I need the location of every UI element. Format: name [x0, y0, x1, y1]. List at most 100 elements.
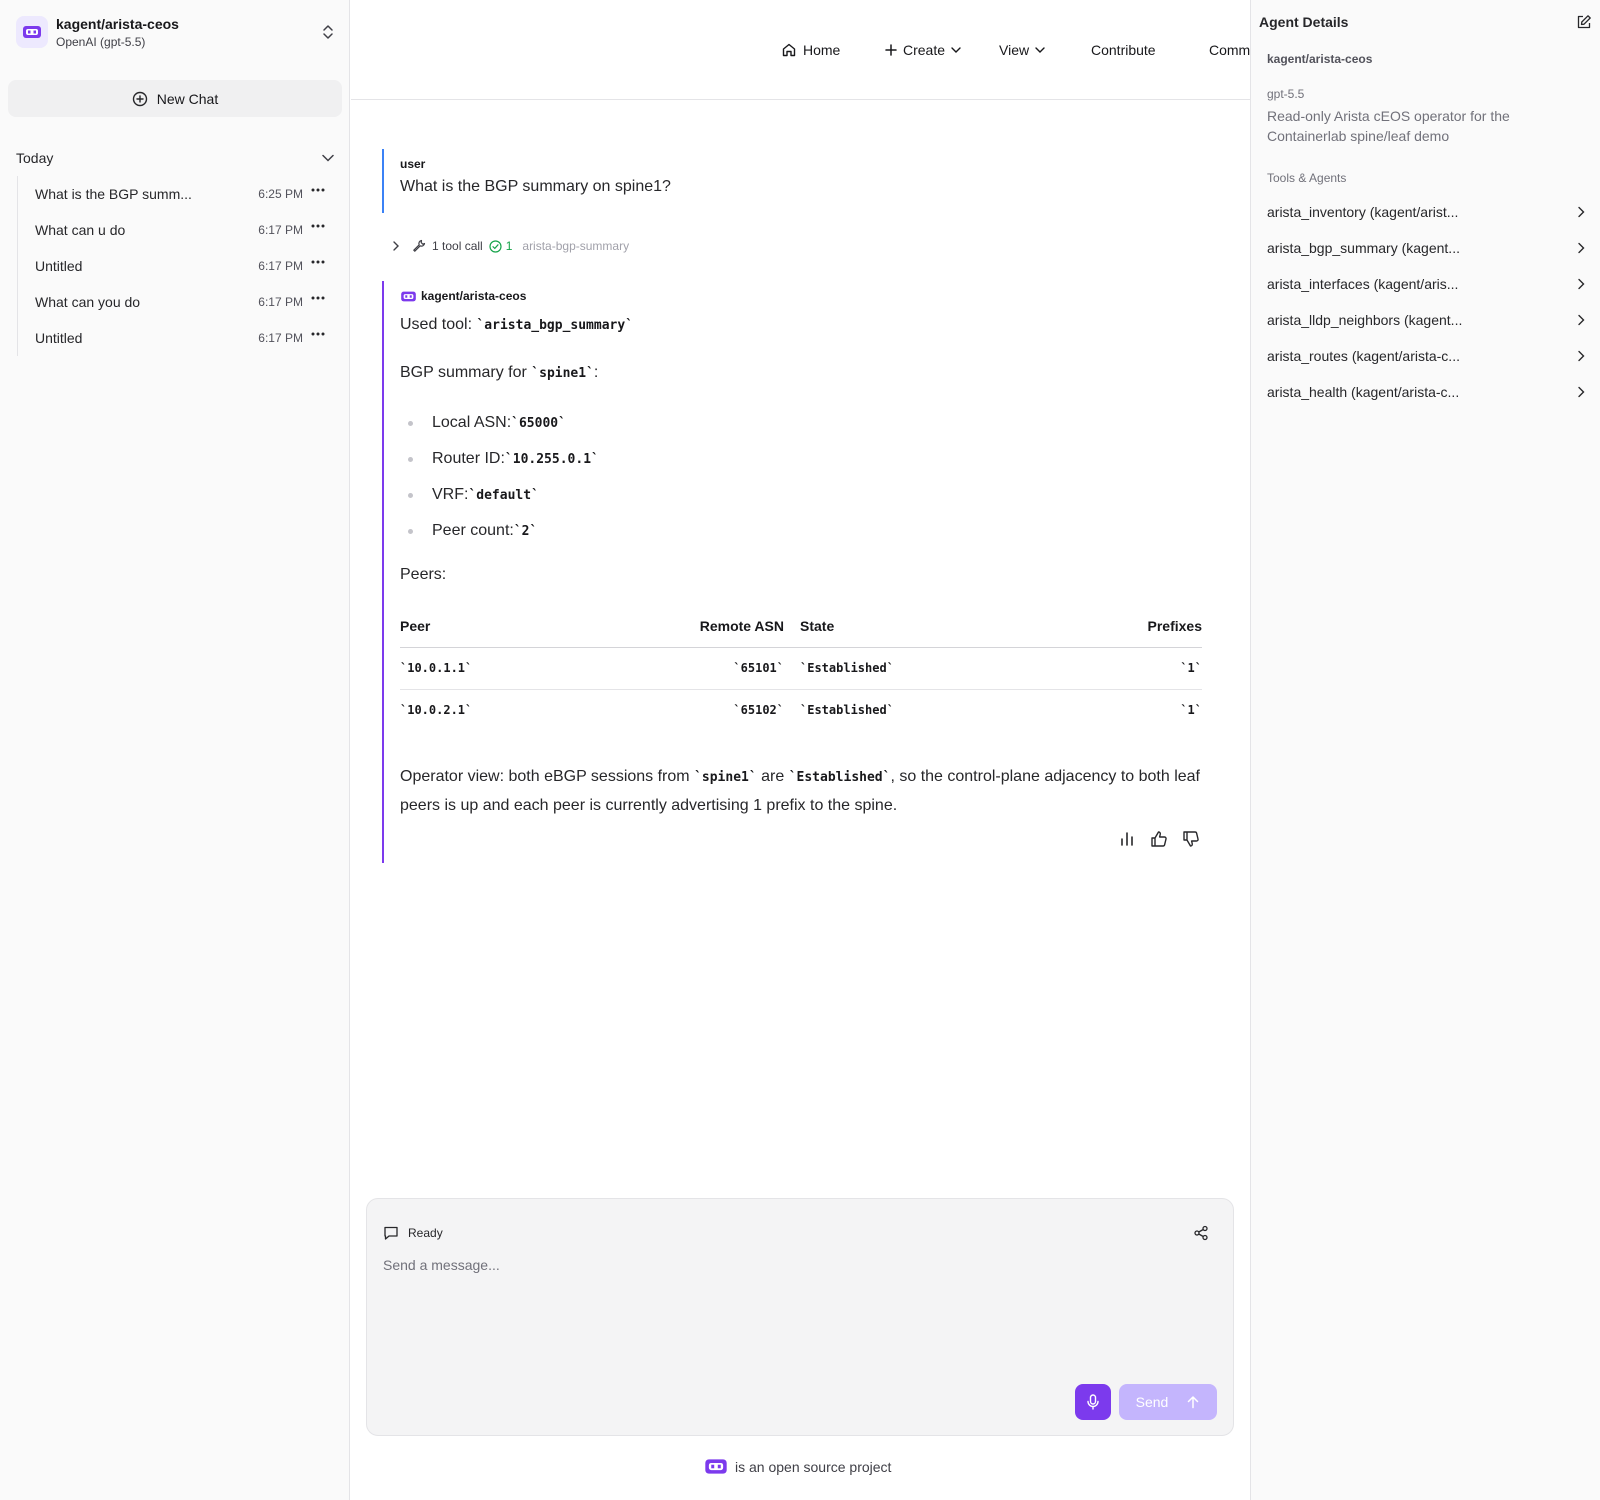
- nav-contribute[interactable]: Contribute: [1091, 40, 1156, 60]
- more-horizontal-icon[interactable]: [311, 332, 325, 336]
- header-remote-asn: Remote ASN: [650, 605, 800, 648]
- arrow-up-icon: [1186, 1395, 1200, 1409]
- tool-success-count: 1: [505, 239, 513, 253]
- robot-logo-icon: [704, 1457, 728, 1476]
- tool-call-count: 1 tool call: [432, 239, 483, 253]
- cell-remote-asn: `65101`: [733, 661, 784, 675]
- message-feedback: [1118, 830, 1200, 848]
- edit-icon[interactable]: [1576, 14, 1592, 30]
- sidebar: kagent/arista-ceos OpenAI (gpt-5.5) New …: [0, 0, 350, 1500]
- home-icon: [781, 42, 797, 58]
- chat-group-today[interactable]: Today: [16, 148, 334, 168]
- thumbs-up-icon[interactable]: [1150, 830, 1168, 848]
- footer-note: is an open source project: [704, 1457, 891, 1476]
- header-prefixes: Prefixes: [1050, 605, 1202, 648]
- top-navigation: Home Create View Contribute Comm: [351, 0, 1250, 100]
- summary-line: BGP summary for `spine1`:: [400, 359, 598, 388]
- tool-call-summary[interactable]: 1 tool call 1 arista-bgp-summary: [392, 238, 629, 254]
- chat-history-item[interactable]: What can you do 6:17 PM: [18, 284, 335, 320]
- nav-home[interactable]: Home: [781, 40, 840, 60]
- chat-history-item[interactable]: Untitled 6:17 PM: [18, 248, 335, 284]
- details-model: gpt-5.5: [1267, 87, 1305, 101]
- cell-state: `Established`: [800, 661, 894, 675]
- chat-status: Ready: [383, 1225, 443, 1241]
- fact-label: Router ID:: [432, 450, 505, 467]
- more-horizontal-icon[interactable]: [311, 188, 325, 192]
- chat-title: Untitled: [35, 258, 83, 274]
- tool-item[interactable]: arista_lldp_neighbors (kagent...: [1267, 302, 1593, 338]
- more-horizontal-icon[interactable]: [311, 296, 325, 300]
- cell-prefixes: `1`: [1180, 661, 1202, 675]
- chat-time: 6:17 PM: [258, 223, 303, 237]
- tool-item[interactable]: arista_health (kagent/arista-c...: [1267, 374, 1593, 410]
- robot-logo-icon: [16, 16, 48, 48]
- used-tool-prefix: Used tool:: [400, 316, 477, 333]
- send-button[interactable]: Send: [1119, 1384, 1217, 1420]
- list-item: Local ASN: `65000`: [400, 405, 599, 441]
- tool-item-label: arista_bgp_summary (kagent...: [1267, 240, 1460, 256]
- tool-item-label: arista_health (kagent/arista-c...: [1267, 384, 1460, 400]
- chat-history-item[interactable]: Untitled 6:17 PM: [18, 320, 335, 356]
- chevron-down-icon: [322, 154, 334, 162]
- tool-item[interactable]: arista_inventory (kagent/arist...: [1267, 194, 1593, 230]
- chevron-down-icon: [1035, 47, 1045, 53]
- chevron-right-icon: [1577, 206, 1585, 218]
- list-item: VRF: `default`: [400, 477, 599, 513]
- list-item: Peer count: `2`: [400, 513, 599, 549]
- chevron-right-icon: [1577, 386, 1585, 398]
- message-input[interactable]: [383, 1257, 1213, 1367]
- chat-history-item[interactable]: What can u do 6:17 PM: [18, 212, 335, 248]
- nav-community[interactable]: Comm: [1209, 40, 1250, 60]
- user-role-label: user: [400, 157, 426, 171]
- fact-value: `10.255.0.1`: [504, 451, 599, 467]
- chat-title: Untitled: [35, 330, 83, 346]
- tool-item-label: arista_lldp_neighbors (kagent...: [1267, 312, 1463, 328]
- summary-code: `spine1`: [531, 366, 594, 381]
- share-icon[interactable]: [1193, 1225, 1209, 1241]
- chat-title: What is the BGP summ...: [35, 186, 192, 202]
- operator-code-spine: `spine1`: [694, 770, 757, 785]
- chevron-right-icon: [1577, 314, 1585, 326]
- fact-label: Local ASN:: [432, 414, 512, 431]
- voice-input-button[interactable]: [1075, 1384, 1111, 1420]
- bar-chart-icon[interactable]: [1118, 830, 1136, 848]
- tool-item[interactable]: arista_bgp_summary (kagent...: [1267, 230, 1593, 266]
- more-horizontal-icon[interactable]: [311, 224, 325, 228]
- tools-section-label: Tools & Agents: [1267, 171, 1347, 185]
- thumbs-down-icon[interactable]: [1182, 830, 1200, 848]
- header-state: State: [800, 605, 1050, 648]
- nav-create[interactable]: Create: [885, 40, 961, 60]
- more-horizontal-icon[interactable]: [311, 260, 325, 264]
- peers-table: Peer Remote ASN State Prefixes `10.0.1.1…: [400, 605, 1202, 731]
- chevron-down-icon: [951, 47, 961, 53]
- chat-title: What can you do: [35, 294, 141, 310]
- tool-call-name: arista-bgp-summary: [522, 239, 630, 253]
- new-chat-button[interactable]: New Chat: [8, 80, 342, 117]
- chat-title: What can u do: [35, 222, 126, 238]
- agent-model: OpenAI (gpt-5.5): [56, 34, 146, 49]
- tool-item[interactable]: arista_routes (kagent/arista-c...: [1267, 338, 1593, 374]
- chat-history-item[interactable]: What is the BGP summ... 6:25 PM: [18, 176, 335, 212]
- fact-label: Peer count:: [432, 522, 514, 539]
- operator-mid: are: [756, 768, 789, 785]
- cell-peer: `10.0.2.1`: [400, 703, 473, 718]
- agent-switcher[interactable]: kagent/arista-ceos OpenAI (gpt-5.5): [16, 14, 334, 50]
- fact-value: `2`: [513, 523, 538, 539]
- chat-time: 6:25 PM: [258, 187, 303, 201]
- chat-time: 6:17 PM: [258, 259, 303, 273]
- tool-item[interactable]: arista_interfaces (kagent/aris...: [1267, 266, 1593, 302]
- agent-name: kagent/arista-ceos: [56, 15, 179, 32]
- nav-view[interactable]: View: [999, 40, 1045, 60]
- summary-prefix: BGP summary for: [400, 364, 532, 381]
- tool-success: 1: [489, 239, 513, 253]
- chevron-right-icon: [392, 241, 400, 251]
- cell-peer: `10.0.1.1`: [400, 661, 473, 675]
- nav-contribute-label: Contribute: [1091, 42, 1156, 58]
- cell-remote-asn: `65102`: [733, 703, 784, 718]
- used-tool-code: `arista_bgp_summary`: [476, 318, 634, 333]
- footer-text: is an open source project: [735, 1458, 892, 1475]
- table-header-row: Peer Remote ASN State Prefixes: [400, 605, 1202, 648]
- check-circle-icon: [489, 239, 502, 253]
- robot-logo-icon: [400, 290, 417, 303]
- chat-time: 6:17 PM: [258, 331, 303, 345]
